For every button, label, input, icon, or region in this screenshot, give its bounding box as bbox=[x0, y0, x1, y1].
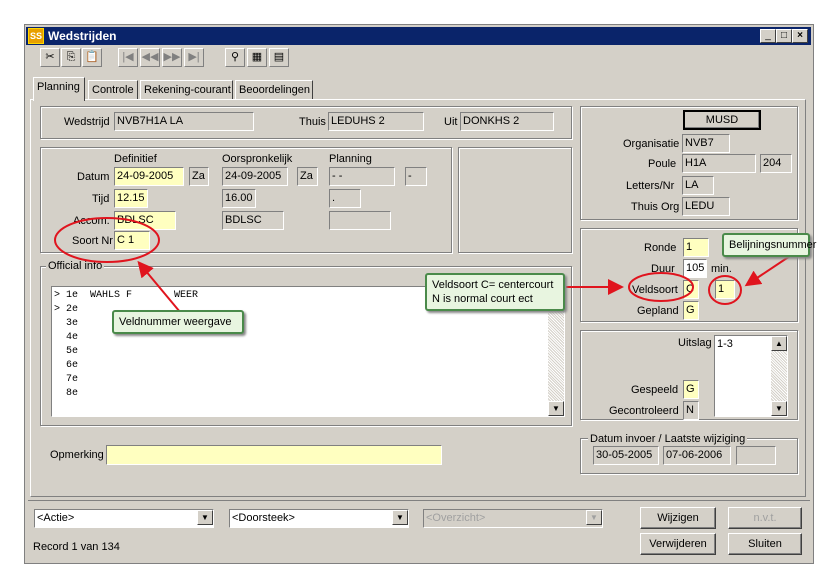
veldnummer-callout: Veldnummer weergave bbox=[112, 310, 244, 334]
tab-planning[interactable]: Planning bbox=[33, 77, 85, 101]
veldsoort-callout-line1: Veldsoort C= centercourt bbox=[432, 279, 554, 291]
annotation-overlay bbox=[54, 217, 791, 313]
belijning-callout: Belijningsnummer bbox=[722, 233, 816, 257]
veldnummer-arrow bbox=[137, 260, 181, 313]
belijning-highlight bbox=[708, 275, 742, 305]
veldsoort-callout-line2: N is normal court ect bbox=[432, 293, 533, 305]
veldsoort-callout: Veldsoort C= centercourt N is normal cou… bbox=[425, 273, 565, 311]
soort-nr-highlight bbox=[54, 217, 160, 263]
veldsoort-highlight bbox=[628, 272, 694, 302]
belijning-arrow bbox=[744, 255, 791, 287]
